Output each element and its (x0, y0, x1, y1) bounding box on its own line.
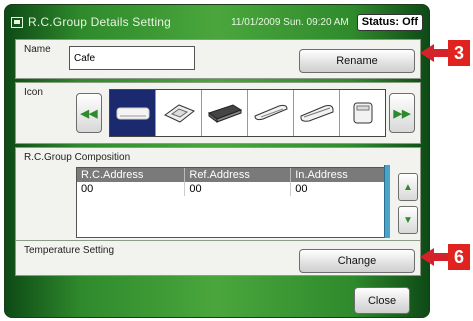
callout-number: 6 (448, 244, 470, 270)
column-header: R.C.Address (77, 168, 186, 182)
table-header: R.C.Address Ref.Address In.Address (77, 168, 385, 182)
table-cell: 00 (290, 182, 385, 196)
callout-3: 3 (420, 40, 470, 66)
column-header: Ref.Address (184, 168, 292, 182)
temperature-section: Temperature Setting Change (15, 240, 421, 276)
scroll-down-button[interactable]: ▼ (398, 206, 418, 234)
callout-6: 6 (420, 244, 470, 270)
close-button[interactable]: Close (354, 287, 410, 314)
status-badge: Status: Off (356, 13, 423, 31)
ceiling-concealed-icon[interactable] (294, 90, 340, 136)
wall-mounted-unit-icon[interactable] (110, 90, 156, 136)
callout-number: 3 (448, 40, 470, 66)
icon-section: Icon ◀◀ ▶▶ (15, 82, 421, 144)
ceiling-suspended-icon[interactable] (248, 90, 294, 136)
triangle-down-icon: ▼ (403, 214, 413, 226)
arrow-left-icon (420, 44, 434, 62)
rename-button[interactable]: Rename (299, 49, 415, 73)
name-label: Name (24, 44, 51, 55)
change-button[interactable]: Change (299, 249, 415, 273)
ceiling-cassette-icon[interactable] (156, 90, 202, 136)
icon-selector (109, 89, 386, 137)
group-section: R.C.Group Composition R.C.Address Ref.Ad… (15, 147, 421, 241)
group-label: R.C.Group Composition (24, 152, 131, 163)
double-chevron-left-icon: ◀◀ (80, 107, 98, 120)
window-icon (11, 16, 23, 28)
table-cell: 00 (184, 182, 292, 196)
controller-screen: R.C.Group Details Setting 11/01/2009 Sun… (4, 4, 430, 318)
icon-next-button[interactable]: ▶▶ (389, 93, 415, 133)
scroll-up-button[interactable]: ▲ (398, 173, 418, 201)
name-section: Name Rename (15, 39, 421, 79)
name-field[interactable] (69, 46, 195, 70)
ducted-unit-icon[interactable] (202, 90, 248, 136)
arrow-left-icon (420, 248, 434, 266)
icon-label: Icon (24, 87, 43, 98)
double-chevron-right-icon: ▶▶ (393, 107, 411, 120)
title-bar: R.C.Group Details Setting 11/01/2009 Sun… (11, 11, 423, 33)
table-row[interactable]: 00 00 00 (77, 182, 385, 196)
window-title: R.C.Group Details Setting (28, 15, 172, 29)
temperature-label: Temperature Setting (24, 245, 115, 256)
triangle-up-icon: ▲ (403, 181, 413, 193)
datetime-display: 11/01/2009 Sun. 09:20 AM (231, 16, 349, 28)
column-header: In.Address (290, 168, 385, 182)
floor-standing-icon[interactable] (340, 90, 385, 136)
table-cell: 00 (77, 182, 186, 196)
group-table: R.C.Address Ref.Address In.Address 00 00… (76, 167, 388, 238)
scrollbar[interactable] (384, 165, 390, 238)
icon-prev-button[interactable]: ◀◀ (76, 93, 102, 133)
